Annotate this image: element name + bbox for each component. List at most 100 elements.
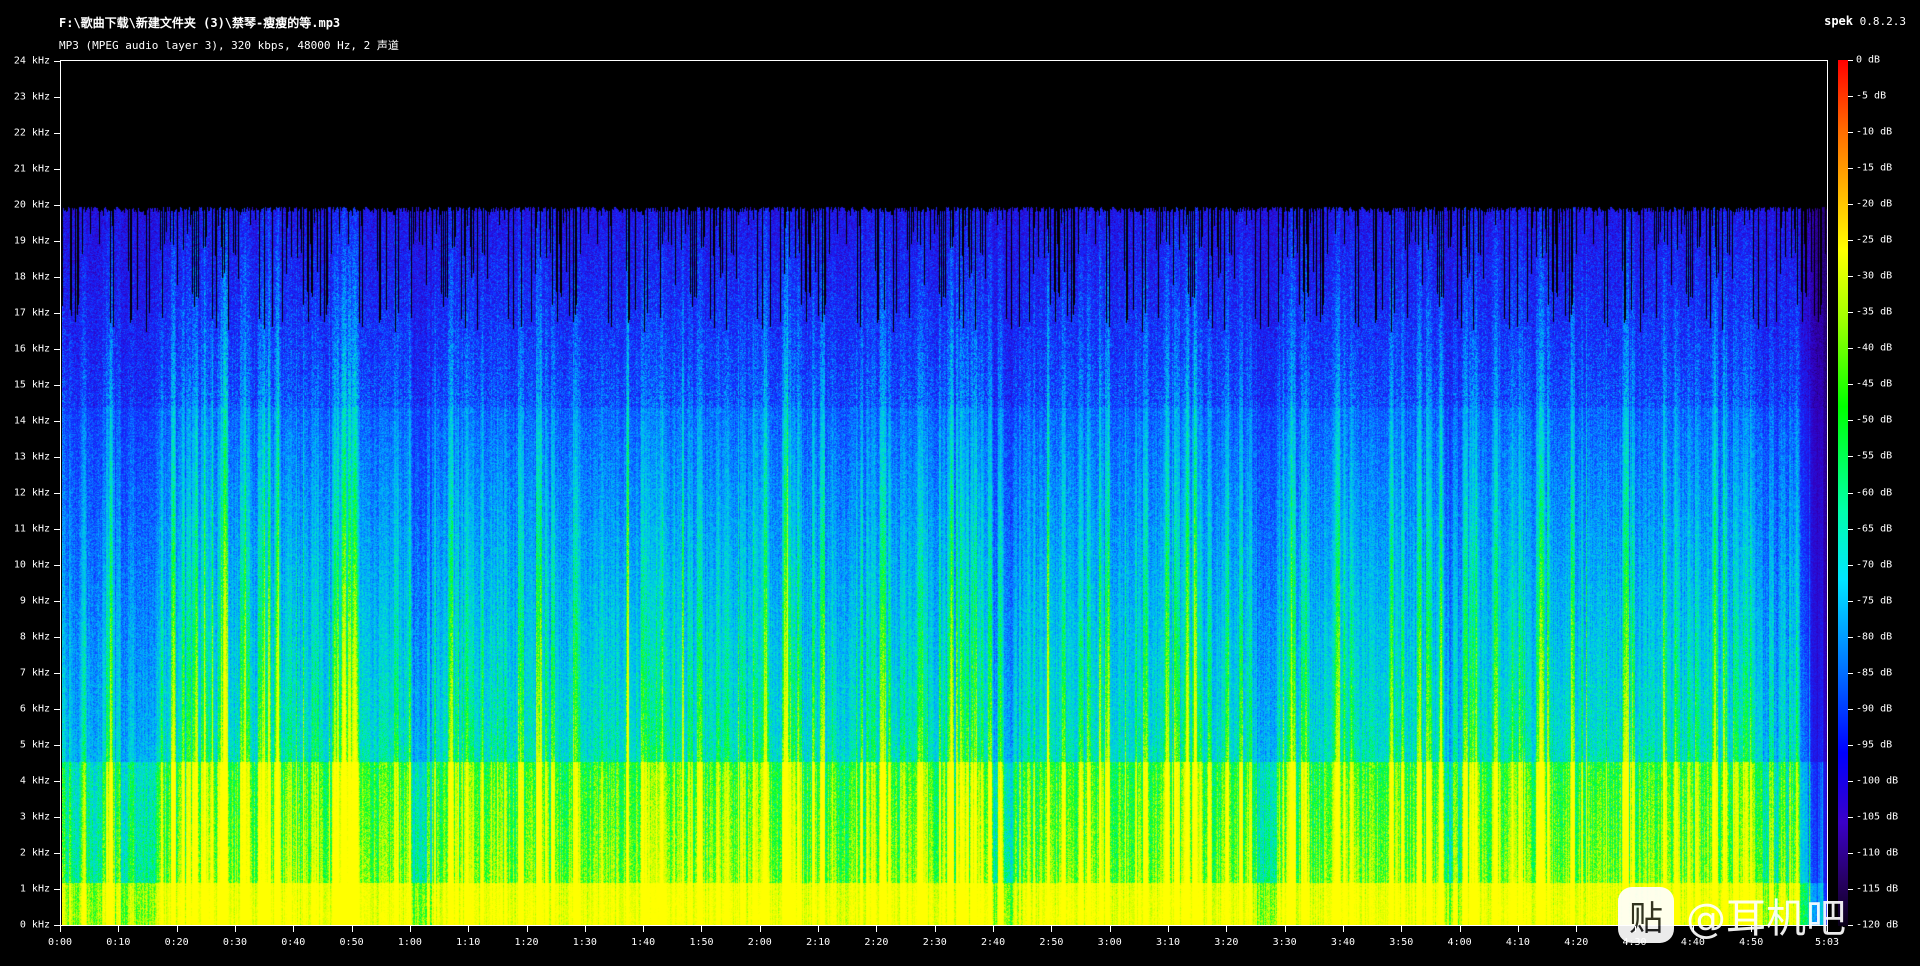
time-tick-mark (234, 926, 236, 932)
freq-tick-label: 21 kHz (13, 163, 50, 175)
time-tick-mark (701, 926, 703, 932)
db-tick-mark (1848, 528, 1853, 530)
db-tick-mark (1848, 672, 1853, 674)
db-tick-label: -95 dB (1856, 739, 1893, 751)
freq-tick-label: 7 kHz (19, 667, 50, 679)
db-tick-label: -5 dB (1856, 90, 1887, 102)
time-tick-label: 1:20 (514, 937, 539, 948)
time-tick-label: 4:00 (1447, 937, 1472, 948)
time-tick-label: 0:30 (222, 937, 247, 948)
time-tick-mark (1692, 926, 1694, 932)
db-tick-mark (1848, 600, 1853, 602)
freq-tick-mark (54, 673, 60, 674)
time-tick-label: 3:20 (1214, 937, 1239, 948)
app-version: 0.8.2.3 (1859, 15, 1906, 28)
freq-tick-label: 2 kHz (19, 847, 50, 859)
time-tick-mark (468, 926, 470, 932)
freq-tick-label: 17 kHz (13, 307, 50, 319)
db-tick-mark (1848, 744, 1853, 746)
freq-tick-mark (54, 781, 60, 782)
time-tick-label: 2:20 (864, 937, 889, 948)
freq-tick-label: 22 kHz (13, 127, 50, 139)
spectrogram-canvas (62, 62, 1827, 925)
time-tick-mark (1168, 926, 1170, 932)
db-tick-mark (1848, 204, 1853, 206)
freq-tick-mark (54, 385, 60, 386)
freq-tick-mark (54, 277, 60, 278)
freq-tick-mark (54, 853, 60, 854)
freq-tick-label: 14 kHz (13, 415, 50, 427)
db-tick-mark (1848, 384, 1853, 386)
time-tick-mark (584, 926, 586, 932)
freq-tick-mark (54, 601, 60, 602)
time-tick-mark (1827, 926, 1828, 932)
time-tick-mark (351, 926, 353, 932)
file-info-line: MP3 (MPEG audio layer 3), 320 kbps, 4800… (59, 39, 399, 52)
db-tick-label: -60 dB (1856, 487, 1893, 498)
time-tick-mark (293, 926, 295, 932)
time-tick-label: 3:10 (1155, 937, 1181, 948)
freq-tick-mark (54, 889, 60, 890)
db-tick-label: -85 dB (1856, 667, 1893, 679)
time-tick-label: 0:40 (281, 937, 306, 948)
db-tick-label: -115 dB (1856, 883, 1899, 895)
spectrogram-plot[interactable] (60, 60, 1828, 926)
app-name: spek (1824, 14, 1854, 28)
freq-tick-label: 20 kHz (13, 199, 50, 211)
freq-tick-label: 5 kHz (19, 739, 50, 751)
freq-tick-label: 18 kHz (13, 271, 50, 283)
time-tick-mark (1634, 926, 1636, 932)
time-tick-label: 2:30 (922, 937, 947, 948)
db-tick-label: -120 dB (1856, 919, 1899, 931)
db-tick-label: -80 dB (1856, 631, 1893, 643)
time-tick-label: 0:10 (106, 937, 131, 948)
freq-tick-label: 15 kHz (13, 379, 50, 391)
freq-tick-label: 8 kHz (19, 631, 50, 643)
time-tick-mark (1517, 926, 1519, 932)
time-tick-label: 0:00 (47, 937, 73, 948)
freq-tick-label: 19 kHz (13, 235, 50, 247)
time-tick-mark (1109, 926, 1111, 932)
db-color-bar (1838, 60, 1848, 926)
db-tick-mark (1848, 132, 1853, 134)
time-tick-label: 1:50 (689, 937, 714, 948)
time-tick-mark (176, 926, 178, 932)
freq-tick-mark (54, 133, 60, 134)
db-tick-label: -100 dB (1856, 775, 1899, 787)
time-tick-label: 4:10 (1505, 937, 1530, 948)
freq-tick-mark (54, 313, 60, 314)
time-tick-label: 1:30 (572, 937, 597, 948)
watermark-text: @耳机吧 (1686, 896, 1846, 942)
time-tick-mark (1459, 926, 1461, 932)
time-tick-mark (759, 926, 761, 932)
db-tick-label: -25 dB (1856, 234, 1893, 246)
time-tick-mark (1284, 926, 1286, 932)
time-tick-mark (934, 926, 936, 932)
time-tick-label: 0:50 (339, 937, 364, 948)
freq-tick-mark (54, 529, 60, 530)
time-tick-label: 5:03 (1814, 937, 1840, 948)
db-tick-label: -110 dB (1856, 847, 1899, 859)
db-tick-label: -35 dB (1856, 306, 1893, 318)
time-tick-label: 3:40 (1330, 937, 1356, 948)
time-tick-mark (526, 926, 528, 932)
time-tick-mark (1751, 926, 1753, 932)
time-tick-label: 3:30 (1272, 937, 1297, 948)
time-tick-mark (1342, 926, 1344, 932)
time-tick-label: 1:10 (456, 937, 481, 948)
freq-tick-label: 6 kHz (19, 703, 50, 715)
time-tick-mark (643, 926, 645, 932)
freq-tick-mark (54, 565, 60, 566)
freq-tick-label: 4 kHz (19, 775, 50, 787)
time-tick-label: 4:30 (1622, 937, 1647, 948)
db-tick-mark (1848, 420, 1853, 422)
freq-tick-label: 24 kHz (13, 55, 50, 67)
time-tick-mark (993, 926, 995, 932)
time-tick-label: 1:00 (397, 937, 422, 948)
db-tick-mark (1848, 96, 1853, 98)
db-tick-mark (1848, 276, 1853, 278)
time-tick-label: 2:50 (1039, 937, 1064, 948)
time-tick-label: 1:40 (631, 937, 656, 948)
time-tick-mark (1226, 926, 1228, 932)
freq-tick-label: 13 kHz (13, 451, 50, 463)
